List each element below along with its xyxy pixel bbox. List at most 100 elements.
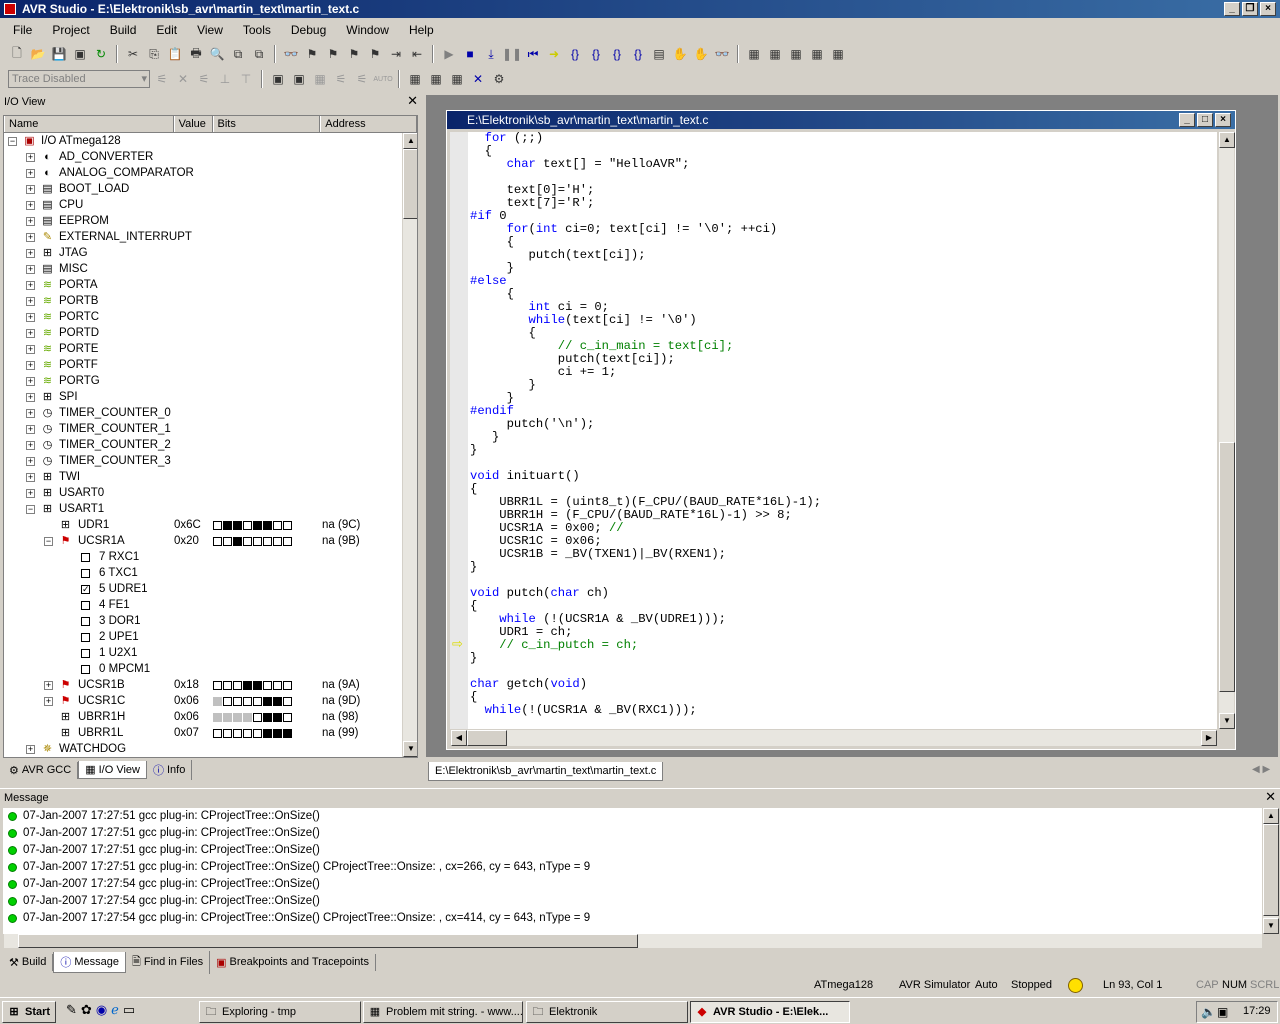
bit-cell[interactable] bbox=[253, 537, 262, 546]
bit-cell[interactable] bbox=[273, 697, 282, 706]
bit-checkbox[interactable] bbox=[81, 553, 90, 562]
bit-cell[interactable] bbox=[233, 521, 242, 530]
bit-cell[interactable] bbox=[273, 537, 282, 546]
tree-module[interactable]: + ◷ TIMER_COUNTER_2 bbox=[4, 437, 417, 453]
tree-register[interactable]: + ⚑ UCSR1C 0x06 na (9D) bbox=[4, 693, 417, 709]
tray-icon[interactable]: ▣ bbox=[1217, 1005, 1228, 1019]
collapse-icon[interactable]: − bbox=[44, 537, 53, 546]
tree-module[interactable]: + ≋ PORTA bbox=[4, 277, 417, 293]
expand-icon[interactable]: + bbox=[26, 345, 35, 354]
tree-module[interactable]: + ⊞ JTAG bbox=[4, 245, 417, 261]
expand-icon[interactable]: + bbox=[26, 313, 35, 322]
tree-module[interactable]: − ⊞ USART1 bbox=[4, 501, 417, 517]
bit-checkbox[interactable] bbox=[81, 649, 90, 658]
bit-checkbox[interactable]: ✓ bbox=[81, 585, 90, 594]
expand-icon[interactable]: + bbox=[26, 185, 35, 194]
bit-cell[interactable] bbox=[263, 713, 272, 722]
tree-register[interactable]: ⊞ UBRR1L 0x07 na (99) bbox=[4, 725, 417, 741]
bit-cell[interactable] bbox=[213, 713, 222, 722]
expand-icon[interactable]: + bbox=[26, 393, 35, 402]
bit-checkbox[interactable] bbox=[81, 601, 90, 610]
expand-icon[interactable]: + bbox=[26, 457, 35, 466]
copy-icon[interactable]: ⎘ bbox=[145, 45, 163, 63]
bookmark-clear-icon[interactable]: ⚑ bbox=[366, 45, 384, 63]
tree-bit[interactable]: 3 DOR1 bbox=[4, 613, 417, 629]
tree-module[interactable]: + ⊞ SPI bbox=[4, 389, 417, 405]
tree-bit[interactable]: 6 TXC1 bbox=[4, 565, 417, 581]
tree-module[interactable]: + ▤ BOOT_LOAD bbox=[4, 181, 417, 197]
tree-register[interactable]: + ⚑ UCSR1B 0x18 na (9A) bbox=[4, 677, 417, 693]
bit-cell[interactable] bbox=[213, 537, 222, 546]
expand-icon[interactable]: + bbox=[26, 377, 35, 386]
stop-debug-icon[interactable]: ■ bbox=[461, 45, 479, 63]
indent-icon[interactable]: ⇥ bbox=[387, 45, 405, 63]
outdent-icon[interactable]: ⇤ bbox=[408, 45, 426, 63]
scroll-left-icon[interactable]: ◀ bbox=[451, 730, 467, 746]
tree-module[interactable]: + ≋ PORTG bbox=[4, 373, 417, 389]
open-folder-icon[interactable]: 📂 bbox=[29, 45, 47, 63]
tree-module[interactable]: + ◷ TIMER_COUNTER_3 bbox=[4, 453, 417, 469]
watch-icon[interactable]: 👓 bbox=[713, 45, 731, 63]
tree-bit[interactable]: 2 UPE1 bbox=[4, 629, 417, 645]
bit-cell[interactable] bbox=[263, 521, 272, 530]
quicklaunch-icon[interactable]: ✎ bbox=[66, 1002, 77, 1018]
scroll-thumb[interactable] bbox=[1263, 824, 1279, 916]
taskbar-elektronik[interactable]: 🗀 Elektronik bbox=[526, 1001, 688, 1023]
col-bits[interactable]: Bits bbox=[212, 116, 321, 132]
message-vscrollbar[interactable]: ▲ ▼ bbox=[1262, 808, 1279, 934]
tree-module[interactable]: + ✎ EXTERNAL_INTERRUPT bbox=[4, 229, 417, 245]
bit-cell[interactable] bbox=[223, 521, 232, 530]
expand-icon[interactable]: + bbox=[26, 329, 35, 338]
bit-cell[interactable] bbox=[273, 729, 282, 738]
expand-icon[interactable]: + bbox=[26, 169, 35, 178]
memory-view-icon[interactable]: ▦ bbox=[766, 45, 784, 63]
editor-close-button[interactable]: × bbox=[1215, 113, 1231, 127]
tab-scroll-icon[interactable]: ◀ ▶ bbox=[1252, 764, 1270, 775]
disassembler-icon[interactable]: ▦ bbox=[808, 45, 826, 63]
new-file-icon[interactable]: 🗋 bbox=[8, 45, 26, 63]
menu-file[interactable]: File bbox=[10, 21, 35, 39]
scroll-right-icon[interactable]: ▶ bbox=[1201, 730, 1217, 746]
tree-register[interactable]: ⊞ UDR1 0x6C na (9C) bbox=[4, 517, 417, 533]
toggle-breakpoint-icon[interactable]: ✋ bbox=[692, 45, 710, 63]
tab-breakpoints[interactable]: ▣ Breakpoints and Tracepoints bbox=[210, 953, 376, 971]
windows-icon[interactable]: ⧉ bbox=[250, 45, 268, 63]
bit-cell[interactable] bbox=[233, 729, 242, 738]
message-row[interactable]: 07-Jan-2007 17:27:51 gcc plug-in: CProje… bbox=[3, 825, 1263, 842]
expand-icon[interactable]: + bbox=[26, 249, 35, 258]
register-view-icon[interactable]: ▦ bbox=[787, 45, 805, 63]
bit-cell[interactable] bbox=[223, 729, 232, 738]
expand-icon[interactable]: + bbox=[26, 361, 35, 370]
bit-cell[interactable] bbox=[263, 729, 272, 738]
scroll-down-icon[interactable]: ▼ bbox=[1263, 918, 1279, 934]
menu-help[interactable]: Help bbox=[406, 21, 437, 39]
tree-module[interactable]: + ▤ CPU bbox=[4, 197, 417, 213]
tree-module[interactable]: + ▤ EEPROM bbox=[4, 213, 417, 229]
expand-icon[interactable]: + bbox=[26, 217, 35, 226]
expand-icon[interactable]: + bbox=[26, 473, 35, 482]
bit-cell[interactable] bbox=[263, 537, 272, 546]
tree-module[interactable]: + ✵ WATCHDOG bbox=[4, 741, 417, 757]
message-row[interactable]: 07-Jan-2007 17:27:54 gcc plug-in: CProje… bbox=[3, 876, 1263, 893]
bit-cell[interactable] bbox=[253, 697, 262, 706]
step-out-icon[interactable]: {} bbox=[608, 45, 626, 63]
tree-register[interactable]: − ⚑ UCSR1A 0x20 na (9B) bbox=[4, 533, 417, 549]
run-icon[interactable]: ▶ bbox=[440, 45, 458, 63]
expand-icon[interactable]: + bbox=[26, 441, 35, 450]
expand-icon[interactable]: + bbox=[26, 745, 35, 754]
run-to-cursor-icon[interactable]: {} bbox=[629, 45, 647, 63]
desktop-icon[interactable]: ▭ bbox=[123, 1002, 135, 1018]
menu-window[interactable]: Window bbox=[343, 21, 392, 39]
trace-combo[interactable]: Trace Disabled bbox=[8, 70, 150, 88]
program-icon[interactable]: ▦ bbox=[427, 70, 445, 88]
step-into-icon[interactable]: {} bbox=[566, 45, 584, 63]
col-name[interactable]: Name bbox=[4, 116, 174, 132]
message-hscrollbar[interactable] bbox=[3, 934, 1262, 948]
editor-maximize-button[interactable]: □ bbox=[1197, 113, 1213, 127]
tree-bit[interactable]: 1 U2X1 bbox=[4, 645, 417, 661]
expand-icon[interactable]: + bbox=[26, 409, 35, 418]
volume-icon[interactable]: 🔈 bbox=[1201, 1005, 1216, 1019]
tab-martin-text-c[interactable]: E:\Elektronik\sb_avr\martin_text\martin_… bbox=[428, 761, 664, 781]
tree-register[interactable]: ⊞ UBRR1H 0x06 na (98) bbox=[4, 709, 417, 725]
bit-cell[interactable] bbox=[223, 537, 232, 546]
